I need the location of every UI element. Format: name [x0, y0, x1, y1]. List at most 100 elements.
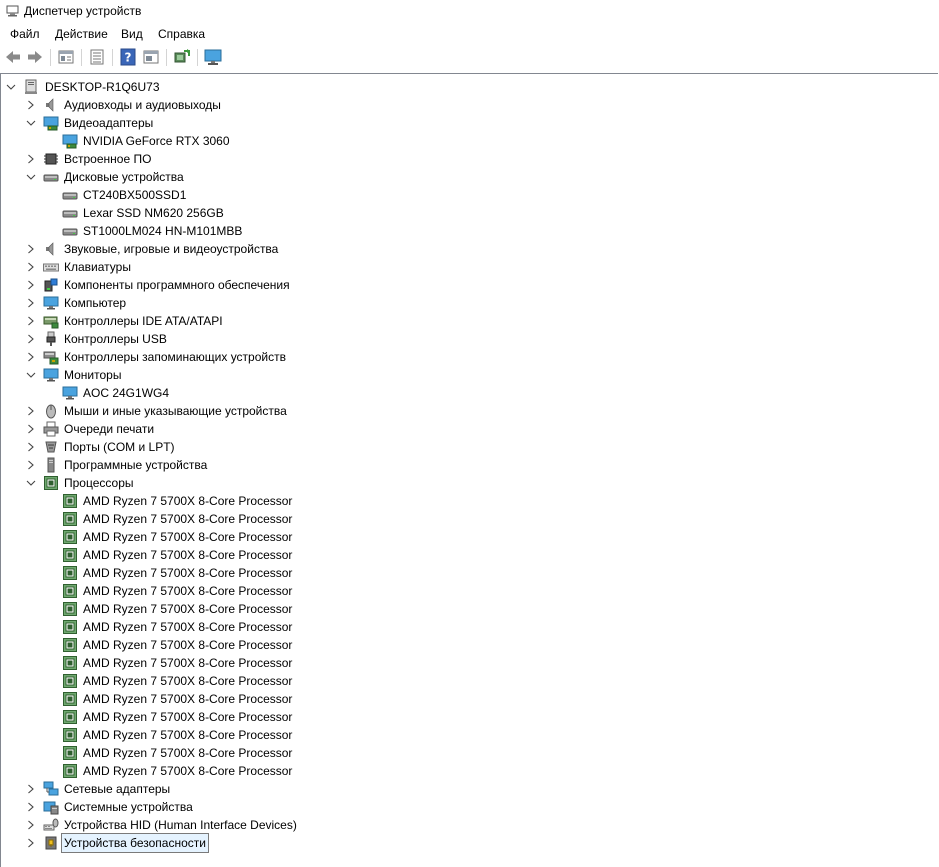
chevron-right-icon[interactable]: [25, 240, 37, 258]
tree-item-label: AMD Ryzen 7 5700X 8-Core Processor: [83, 584, 293, 598]
chevron-right-icon[interactable]: [25, 834, 37, 852]
tree-item-device[interactable]: AMD Ryzen 7 5700X 8-Core Processor: [1, 582, 931, 600]
chevron-right-icon[interactable]: [25, 150, 37, 168]
menu-view[interactable]: Вид: [121, 27, 143, 41]
tree-item-device[interactable]: CT240BX500SSD1: [1, 186, 931, 204]
chevron-right-icon[interactable]: [25, 294, 37, 312]
tree-item-category[interactable]: Процессоры: [1, 474, 931, 492]
tree-item-category[interactable]: Контроллеры запоминающих устройств: [1, 348, 931, 366]
tree-item-label: AMD Ryzen 7 5700X 8-Core Processor: [83, 620, 293, 634]
tree-item-category[interactable]: Звуковые, игровые и видеоустройства: [1, 240, 931, 258]
tree-item-category[interactable]: Мыши и иные указывающие устройства: [1, 402, 931, 420]
tree-item-category[interactable]: Очереди печати: [1, 420, 931, 438]
tree-item-device[interactable]: AMD Ryzen 7 5700X 8-Core Processor: [1, 708, 931, 726]
tree-item-label: AMD Ryzen 7 5700X 8-Core Processor: [83, 746, 293, 760]
tree-item-category[interactable]: Системные устройства: [1, 798, 931, 816]
display-adapter-icon: [62, 133, 78, 149]
tree-item-device[interactable]: AMD Ryzen 7 5700X 8-Core Processor: [1, 672, 931, 690]
chevron-down-icon[interactable]: [25, 366, 37, 384]
tree-item-label: Lexar SSD NM620 256GB: [83, 206, 224, 220]
tree-item-category[interactable]: Встроенное ПО: [1, 150, 931, 168]
cpu-icon: [43, 475, 59, 491]
tree-item-device[interactable]: AMD Ryzen 7 5700X 8-Core Processor: [1, 564, 931, 582]
tree-item-label: Устройства безопасности: [61, 833, 209, 853]
tree-item-category[interactable]: Устройства безопасности: [1, 833, 931, 853]
firmware-icon: [43, 151, 59, 167]
chevron-down-icon[interactable]: [25, 168, 37, 186]
tree-item-device[interactable]: AMD Ryzen 7 5700X 8-Core Processor: [1, 510, 931, 528]
menu-file[interactable]: Файл: [10, 27, 40, 41]
chevron-right-icon[interactable]: [25, 312, 37, 330]
monitor-icon: [62, 385, 78, 401]
cpu-icon: [62, 493, 78, 509]
menu-help[interactable]: Справка: [158, 27, 205, 41]
tree-item-category[interactable]: Порты (COM и LPT): [1, 438, 931, 456]
window-title: Диспетчер устройств: [24, 4, 142, 18]
cpu-icon: [62, 619, 78, 635]
tree-item-category[interactable]: Мониторы: [1, 366, 931, 384]
tree-item-device[interactable]: AMD Ryzen 7 5700X 8-Core Processor: [1, 492, 931, 510]
cpu-icon: [62, 601, 78, 617]
chevron-down-icon[interactable]: [5, 78, 17, 96]
tree-item-device[interactable]: AMD Ryzen 7 5700X 8-Core Processor: [1, 600, 931, 618]
list-view-icon[interactable]: [87, 47, 107, 67]
tree-item-label: AMD Ryzen 7 5700X 8-Core Processor: [83, 512, 293, 526]
tree-item-label: Контроллеры IDE ATA/ATAPI: [64, 314, 223, 328]
chevron-right-icon[interactable]: [25, 276, 37, 294]
chevron-right-icon[interactable]: [25, 816, 37, 834]
tree-item-device[interactable]: AMD Ryzen 7 5700X 8-Core Processor: [1, 528, 931, 546]
tree-item-device[interactable]: AMD Ryzen 7 5700X 8-Core Processor: [1, 762, 931, 780]
device-tree[interactable]: DESKTOP-R1Q6U73 Аудиовходы и аудиовыходы В…: [0, 73, 938, 867]
chevron-down-icon[interactable]: [25, 474, 37, 492]
help-icon[interactable]: ?: [118, 47, 138, 67]
tree-item-category[interactable]: Аудиовходы и аудиовыходы: [1, 96, 931, 114]
tree-item-device[interactable]: AMD Ryzen 7 5700X 8-Core Processor: [1, 636, 931, 654]
action-window-icon[interactable]: [141, 47, 161, 67]
menu-action[interactable]: Действие: [55, 27, 108, 41]
tree-item-category[interactable]: Программные устройства: [1, 456, 931, 474]
tree-item-category[interactable]: Контроллеры IDE ATA/ATAPI: [1, 312, 931, 330]
tree-item-category[interactable]: DESKTOP-R1Q6U73: [1, 78, 931, 96]
tree-item-category[interactable]: Контроллеры USB: [1, 330, 931, 348]
tree-item-category[interactable]: Дисковые устройства: [1, 168, 931, 186]
chevron-right-icon[interactable]: [25, 348, 37, 366]
tree-item-category[interactable]: Компоненты программного обеспечения: [1, 276, 931, 294]
tree-item-device[interactable]: Lexar SSD NM620 256GB: [1, 204, 931, 222]
tree-item-label: Компоненты программного обеспечения: [64, 278, 290, 292]
chevron-down-icon[interactable]: [25, 114, 37, 132]
chevron-right-icon[interactable]: [25, 438, 37, 456]
cpu-icon: [62, 691, 78, 707]
scan-hardware-icon[interactable]: [172, 47, 192, 67]
tree-item-category[interactable]: Компьютер: [1, 294, 931, 312]
chevron-right-icon[interactable]: [25, 402, 37, 420]
tree-item-category[interactable]: Устройства HID (Human Interface Devices): [1, 816, 931, 834]
tree-item-category[interactable]: Видеоадаптеры: [1, 114, 931, 132]
cpu-icon: [62, 763, 78, 779]
tree-item-device[interactable]: AMD Ryzen 7 5700X 8-Core Processor: [1, 618, 931, 636]
properties-icon[interactable]: [56, 47, 76, 67]
chevron-right-icon[interactable]: [25, 780, 37, 798]
chevron-right-icon[interactable]: [25, 96, 37, 114]
tree-item-device[interactable]: AMD Ryzen 7 5700X 8-Core Processor: [1, 726, 931, 744]
chevron-right-icon[interactable]: [25, 798, 37, 816]
cpu-icon: [62, 583, 78, 599]
tree-item-label: Программные устройства: [64, 458, 208, 472]
tree-item-category[interactable]: Сетевые адаптеры: [1, 780, 931, 798]
tree-item-device[interactable]: AMD Ryzen 7 5700X 8-Core Processor: [1, 744, 931, 762]
tree-item-category[interactable]: Клавиатуры: [1, 258, 931, 276]
chevron-right-icon[interactable]: [25, 420, 37, 438]
tree-item-device[interactable]: NVIDIA GeForce RTX 3060: [1, 132, 931, 150]
back-arrow-icon[interactable]: [3, 47, 23, 67]
monitor-icon[interactable]: [203, 47, 223, 67]
tree-item-device[interactable]: ST1000LM024 HN-M101MBB: [1, 222, 931, 240]
tree-item-device[interactable]: AOC 24G1WG4: [1, 384, 931, 402]
cpu-icon: [62, 637, 78, 653]
tree-item-device[interactable]: AMD Ryzen 7 5700X 8-Core Processor: [1, 654, 931, 672]
chevron-right-icon[interactable]: [25, 330, 37, 348]
toolbar-separator: [50, 49, 51, 66]
chevron-right-icon[interactable]: [25, 456, 37, 474]
chevron-right-icon[interactable]: [25, 258, 37, 276]
tree-item-device[interactable]: AMD Ryzen 7 5700X 8-Core Processor: [1, 690, 931, 708]
forward-arrow-icon[interactable]: [25, 47, 45, 67]
tree-item-device[interactable]: AMD Ryzen 7 5700X 8-Core Processor: [1, 546, 931, 564]
